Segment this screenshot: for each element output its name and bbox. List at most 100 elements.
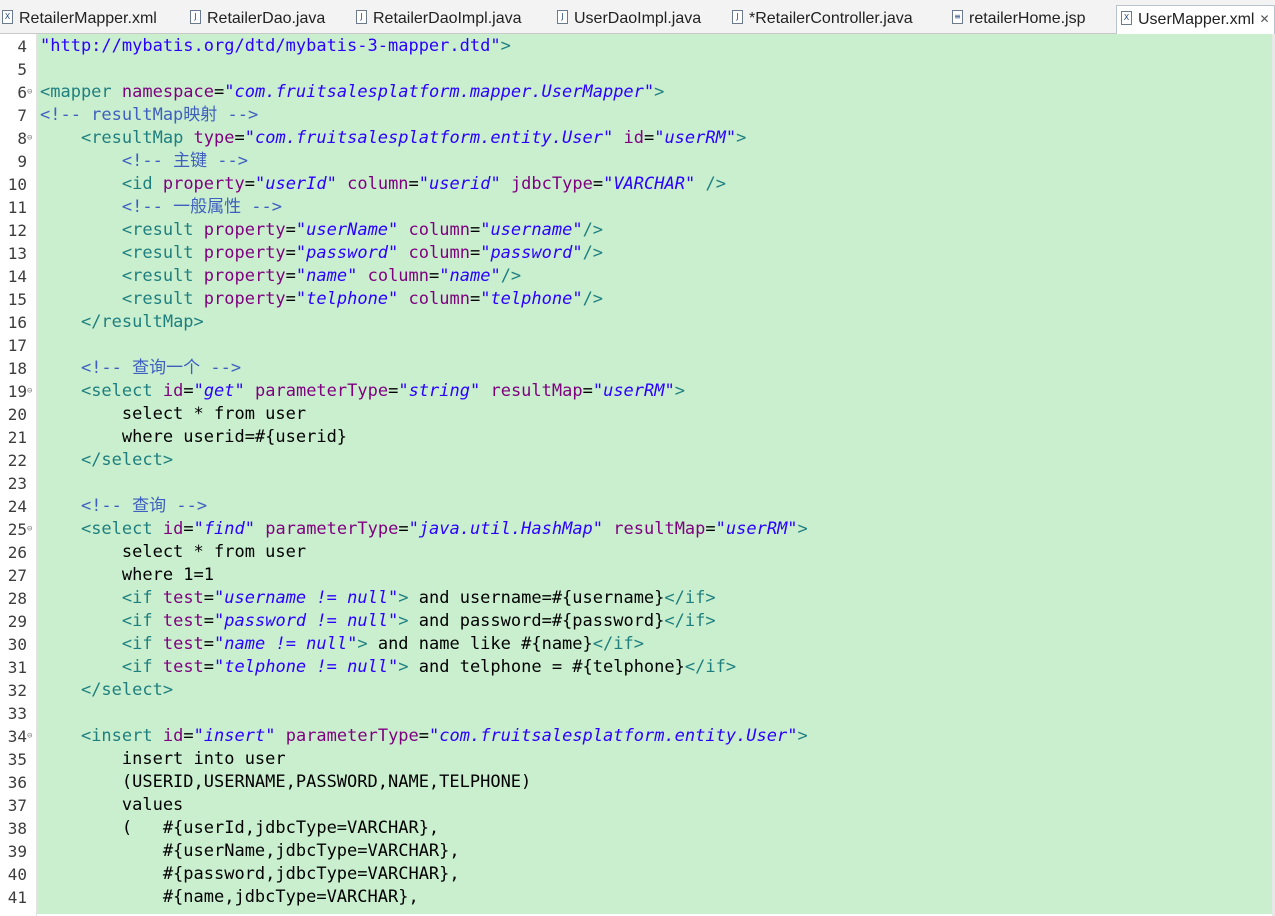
fold-toggle-icon[interactable]: ⊖	[27, 725, 36, 748]
line-number: 17	[7, 336, 27, 355]
tab-userdaoimpl-java[interactable]: J UserDaoImpl.java	[557, 6, 701, 34]
token-text: and password=#{password}	[408, 611, 665, 631]
token-com: <!-- 查询 -->	[80, 496, 208, 516]
token-str: "userid"	[418, 174, 501, 194]
code-text: <if test="name != null"> and name like #…	[40, 633, 644, 656]
line-number: 24	[7, 497, 27, 516]
code-text: <select id="find" parameterType="java.ut…	[40, 518, 808, 541]
token-attr: test	[162, 611, 204, 631]
token-str: "telphone"	[295, 289, 399, 309]
token-tag: <if	[121, 588, 163, 608]
fold-toggle-icon[interactable]: ⊖	[27, 81, 36, 104]
token-text: =	[469, 289, 481, 309]
close-icon[interactable]: ✕	[1259, 6, 1269, 32]
token-str: "userId"	[254, 174, 337, 194]
token-com: <!-- 主键 -->	[121, 151, 249, 171]
tab-label: *RetailerController.java	[749, 10, 913, 27]
line-number: 19	[7, 382, 27, 401]
token-text: =	[183, 381, 194, 401]
code-editor[interactable]: 4 "http://mybatis.org/dtd/mybatis-3-mappe…	[0, 34, 1275, 916]
line-number: 20	[7, 405, 27, 424]
line-number: 10	[7, 175, 27, 194]
fold-toggle-icon[interactable]: ⊖	[27, 380, 36, 403]
token-str-plain: "http://mybatis.org/dtd/mybatis-3-mapper…	[40, 36, 501, 56]
token-str: "find"	[193, 519, 255, 539]
token-tag: >	[674, 381, 685, 401]
line-number: 25	[7, 520, 27, 539]
token-tag: <result	[121, 243, 204, 263]
token-text: =	[285, 243, 296, 263]
token-tag: </if>	[664, 611, 716, 631]
code-line: 5	[0, 58, 1275, 81]
fold-toggle-icon[interactable]: ⊖	[27, 127, 36, 150]
token-attr: column	[408, 220, 470, 240]
token-attr: test	[162, 588, 204, 608]
token-tag: />	[705, 174, 726, 194]
token-str: "userRM"	[592, 381, 675, 401]
code-line: 37 values	[0, 794, 1275, 817]
code-line: 26 select * from user	[0, 541, 1275, 564]
code-text: #{password,jdbcType=VARCHAR},	[40, 863, 460, 886]
code-text: (USERID,USERNAME,PASSWORD,NAME,TELPHONE)	[40, 771, 531, 794]
code-text: where 1=1	[40, 564, 214, 587]
token-attr: property	[203, 243, 286, 263]
tab-retailerdaoimpl-java[interactable]: J RetailerDaoImpl.java	[356, 6, 522, 34]
code-line: 21 where userid=#{userid}	[0, 426, 1275, 449]
token-tag: <select	[80, 381, 163, 401]
token-str: "password"	[295, 243, 399, 263]
code-line: 20 select * from user	[0, 403, 1275, 426]
tab-retailerdao-java[interactable]: J RetailerDao.java	[190, 6, 325, 34]
token-text: =	[203, 634, 215, 654]
code-line: 12 <result property="userName" column="u…	[0, 219, 1275, 242]
token-attr: property	[203, 220, 286, 240]
token-attr: column	[367, 266, 430, 286]
line-number: 34	[7, 727, 27, 746]
fold-toggle-icon[interactable]: ⊖	[27, 518, 36, 541]
token-attr: jdbcType	[510, 174, 593, 194]
tab-retailerhome-jsp[interactable]: ≡ retailerHome.jsp	[952, 6, 1085, 34]
token-tag: <if	[121, 657, 163, 677]
tab-retailercontroller-java[interactable]: J *RetailerController.java	[732, 6, 913, 34]
java-file-icon: J	[190, 10, 201, 24]
code-line: 36 (USERID,USERNAME,PASSWORD,NAME,TELPHO…	[0, 771, 1275, 794]
code-line: 25 ⊖ <select id="find" parameterType="jav…	[0, 518, 1275, 541]
line-number: 23	[7, 474, 27, 493]
code-text: values	[40, 794, 183, 817]
token-attr: resultMap	[490, 381, 583, 401]
token-text: =	[643, 128, 655, 148]
token-com: <!-- 一般属性 -->	[121, 197, 283, 217]
tab-usermapper-xml[interactable]: X UserMapper.xml ✕	[1116, 5, 1275, 34]
code-line: 16 </resultMap>	[0, 311, 1275, 334]
java-file-icon: J	[356, 10, 367, 24]
token-tag: </select>	[80, 450, 174, 470]
code-text: <if test="telphone != null"> and telphon…	[40, 656, 736, 679]
line-number: 36	[7, 773, 27, 792]
token-str: "insert"	[193, 726, 276, 746]
code-text: <!-- 一般属性 -->	[40, 196, 282, 219]
token-text: =	[203, 588, 215, 608]
token-attr: property	[203, 266, 286, 286]
token-text: =	[408, 174, 419, 194]
code-text: select * from user	[40, 403, 306, 426]
token-text: =	[183, 519, 194, 539]
token-text: =	[214, 82, 225, 102]
line-number: 38	[7, 819, 27, 838]
token-attr: test	[162, 657, 204, 677]
line-number: 35	[7, 750, 27, 769]
token-text: #{userName,jdbcType=VARCHAR},	[40, 841, 460, 861]
tab-retailermapper-xml[interactable]: X RetailerMapper.xml	[2, 6, 157, 34]
token-tag: >	[357, 634, 368, 654]
code-line: 35 insert into user	[0, 748, 1275, 771]
token-attr: id	[162, 381, 184, 401]
tab-label: UserMapper.xml	[1138, 11, 1255, 28]
